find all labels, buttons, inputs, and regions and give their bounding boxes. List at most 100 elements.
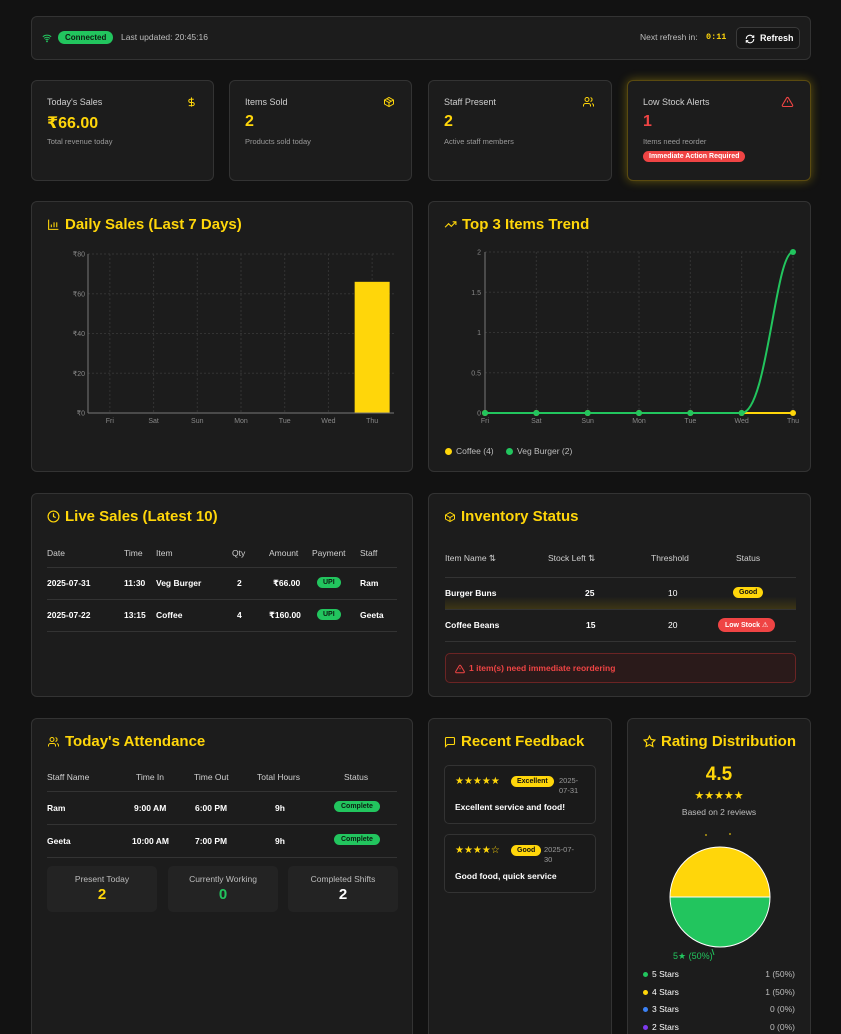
data-point [790,249,796,255]
star-rating: ★★★★☆ [455,845,500,856]
feedback-item[interactable]: ★★★★☆ Good 2025-07- 30 Good food, quick s… [444,834,596,893]
x-tick-label: Thu [366,418,378,425]
y-tick-label: ₹0 [77,410,85,418]
col-date: Date [47,548,65,558]
legend-item-veg-burger: Veg Burger (2) [506,446,572,456]
col-stock-left[interactable]: Stock Left ⇅ [548,553,595,564]
payment-badge: UPI [317,577,341,588]
data-point [482,410,488,416]
stat-value: ₹66.00 [47,115,99,132]
y-tick-label: 2 [477,250,481,257]
y-tick-label: ₹40 [73,330,85,338]
stat-value: 1 [643,113,652,130]
col-amount: Amount [269,548,299,558]
feedback-title: Recent Feedback [444,733,584,750]
data-point [790,410,796,416]
top-items-chart: 0 0.5 1 1.5 2 Fri Sat Sun Mon Tue Wed Thu [471,249,799,425]
users-icon [583,97,595,107]
stat-label: Staff Present [444,97,496,107]
stat-subtitle: Products sold today [245,137,311,146]
dollar-icon [188,97,195,107]
next-refresh-countdown: 0:11 [706,32,727,42]
x-tick-label: Wed [735,418,749,425]
review-count: Based on 2 reviews [681,807,757,817]
daily-sales-title: Daily Sales (Last 7 Days) [47,216,242,233]
legend-row: 2 Stars 0 (0%) [643,1022,795,1034]
stat-card-sales: Today's Sales ₹66.00 Total revenue today [31,80,214,181]
legend-row: 3 Stars 0 (0%) [643,1004,795,1022]
legend-row: 5 Stars 1 (50%) [643,969,795,987]
payment-badge: UPI [317,609,341,620]
feedback-text: Excellent service and food! [455,802,566,812]
x-tick-label: Tue [279,418,291,425]
stat-value: 2 [444,113,453,130]
y-tick-label: ₹60 [73,290,85,298]
immediate-action-badge: Immediate Action Required [643,151,746,162]
status-badge: Complete [334,834,380,845]
refresh-button[interactable]: Refresh [736,27,800,49]
summary-completed: Completed Shifts 2 [288,866,398,912]
stat-value: 2 [245,113,254,130]
x-tick-label: Mon [234,418,248,425]
users-icon [48,736,60,746]
y-tick-label: ₹20 [73,370,85,378]
legend-row: 4 Stars 1 (50%) [643,987,795,1005]
inventory-card: Inventory Status Item Name ⇅ Stock Left … [428,493,811,697]
legend-item-coffee: Coffee (4) [445,446,494,456]
pie-label: 5★ (50%) [673,951,713,961]
y-tick-label: 0.5 [471,370,481,377]
col-time-in: Time In [136,772,165,782]
box-icon [384,96,394,108]
feedback-date: 2025-07- 30 [544,845,575,864]
table-row[interactable]: Burger Buns 25 10 Good [445,578,796,609]
x-tick-label: Fri [481,418,490,425]
bar [354,281,390,413]
average-rating: 4.5 [705,764,733,785]
feedback-card: Recent Feedback ★★★★★ Excellent 2025- 07-… [428,718,612,1034]
col-item-name[interactable]: Item Name ⇅ [445,553,496,564]
feedback-item[interactable]: ★★★★★ Excellent 2025- 07-31 Excellent ser… [444,765,596,824]
data-point [636,410,642,416]
status-bar: Connected Last updated: 20:45:16 Next re… [31,16,811,60]
rating-title: Rating Distribution [643,733,796,750]
x-tick-label: Mon [632,418,646,425]
col-time: Time [124,548,143,558]
data-point [533,410,540,416]
rating-card: Rating Distribution 4.5 ★★★★★ Based on 2… [627,718,811,1034]
y-tick-label: ₹80 [73,251,85,259]
x-tick-label: Fri [106,418,115,425]
status-badge: Complete [334,801,380,812]
summary-present: Present Today 2 [47,866,157,912]
summary-working: Currently Working 0 [168,866,278,912]
x-tick-label: Sat [531,418,542,425]
data-point [687,410,694,416]
pie-slice [669,896,771,948]
col-threshold: Threshold [651,553,689,563]
rating-pie-chart: 5★ (50%) [669,833,771,961]
x-tick-label: Sun [581,418,594,425]
col-qty: Qty [232,548,246,558]
attendance-card: Today's Attendance Staff Name Time In Ti… [31,718,413,1034]
status-badge: Good [733,587,764,598]
wifi-icon [42,34,52,43]
next-refresh-label: Next refresh in: [640,32,698,42]
feedback-text: Good food, quick service [455,871,557,881]
refresh-button-label: Refresh [760,33,794,43]
clock-icon [47,510,60,523]
stat-card-low-stock: Low Stock Alerts 1 Items need reorder Im… [627,80,811,181]
average-stars: ★★★★★ [694,790,744,802]
stat-label: Low Stock Alerts [643,97,710,107]
trending-up-icon [444,221,457,228]
live-sales-card: Live Sales (Latest 10) Date Time Item Qt… [31,493,413,697]
star-rating: ★★★★★ [455,776,500,787]
col-total-hours: Total Hours [257,772,300,782]
col-time-out: Time Out [194,772,229,782]
attendance-title: Today's Attendance [47,733,205,750]
y-tick-label: 0 [477,411,481,418]
data-point [738,410,745,416]
stat-subtitle: Total revenue today [47,137,113,146]
x-tick-label: Wed [321,418,335,425]
last-updated-text: Last updated: 20:45:16 [121,32,208,42]
alert-triangle-icon [455,664,465,674]
stat-label: Items Sold [245,97,288,107]
